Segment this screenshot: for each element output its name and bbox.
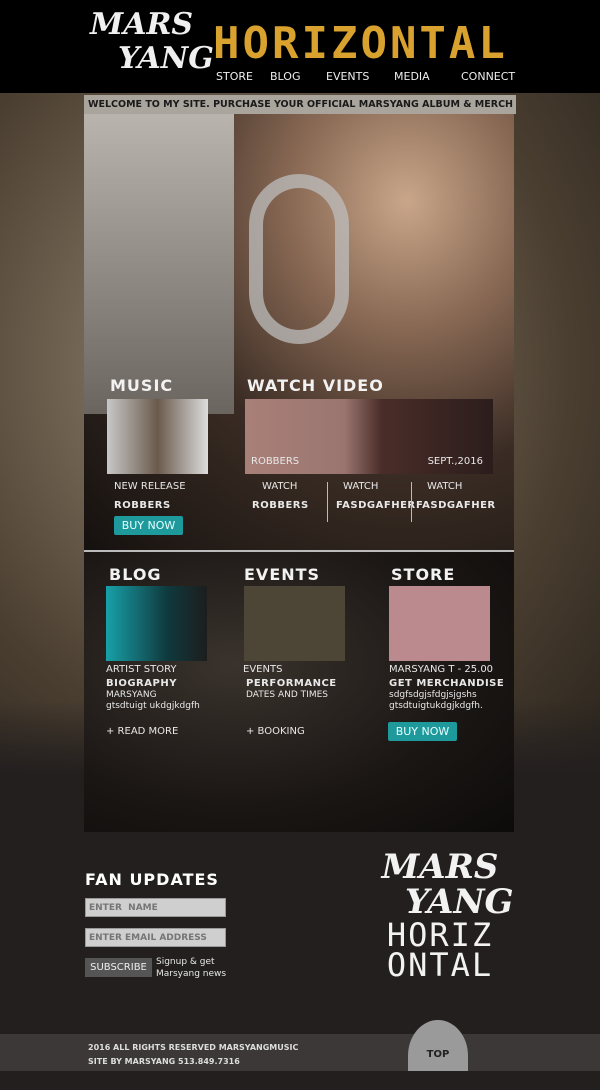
- blog-thumbnail[interactable]: [106, 586, 207, 661]
- music-buy-now-button[interactable]: BUY NOW: [114, 516, 183, 535]
- blog-heading: BLOG: [109, 565, 162, 584]
- signup-note: Marsyang news: [156, 969, 227, 979]
- header: MARS YANG HORIZONTAL STORE BLOG EVENTS ME…: [0, 0, 600, 93]
- back-to-top-button[interactable]: TOP: [408, 1020, 468, 1071]
- nav-blog[interactable]: BLOG: [270, 70, 300, 83]
- events-text: DATES AND TIMES: [246, 690, 328, 700]
- subscribe-button[interactable]: SUBSCRIBE: [85, 958, 152, 977]
- video-date: SEPT.,2016: [427, 456, 483, 467]
- events-heading: EVENTS: [244, 565, 321, 584]
- nav-connect[interactable]: CONNECT: [461, 70, 515, 83]
- music-heading: MUSIC: [110, 376, 174, 395]
- store-buy-now-button[interactable]: BUY NOW: [388, 722, 457, 741]
- store-thumbnail[interactable]: [389, 586, 490, 661]
- copyright: 2016 ALL RIGHTS RESERVED MARSYANGMUSIC: [88, 1043, 299, 1052]
- read-more-link[interactable]: + READ MORE: [106, 726, 178, 738]
- store-text: gtsdtuigtukdgjkdgfh.: [389, 701, 483, 711]
- email-input[interactable]: [85, 928, 226, 947]
- logo-line: YANG: [118, 41, 214, 76]
- blog-category: ARTIST STORY: [106, 664, 177, 675]
- blog-text: gtsdtuigt ukdgjkdgfh: [106, 701, 200, 711]
- fan-updates-heading: FAN UPDATES: [85, 870, 219, 889]
- release-title: ROBBERS: [114, 500, 171, 511]
- footer-logo: MARS YANG HORIZ ONTAL: [375, 847, 514, 984]
- signup-note: Signup & get: [156, 957, 215, 967]
- watch-title: FASDGAFHER: [416, 500, 496, 511]
- site-credit: SITE BY MARSYANG 513.849.7316: [88, 1057, 240, 1066]
- watch-link[interactable]: WATCH: [343, 481, 378, 493]
- welcome-banner: WELCOME TO MY SITE. PURCHASE YOUR OFFICI…: [84, 95, 516, 114]
- store-product: MARSYANG T - 25.00: [389, 664, 494, 675]
- logo-line: MARS: [381, 847, 499, 887]
- events-category: EVENTS: [243, 664, 283, 675]
- nav-store[interactable]: STORE: [216, 70, 253, 83]
- nav-media[interactable]: MEDIA: [394, 70, 430, 83]
- logo-line: YANG: [405, 882, 514, 922]
- new-release-label: NEW RELEASE: [114, 481, 186, 492]
- main-panel: MUSIC NEW RELEASE ROBBERS BUY NOW WATCH …: [84, 114, 514, 832]
- diamond-logo-icon: [249, 174, 349, 344]
- watch-title: ROBBERS: [252, 500, 309, 511]
- booking-link[interactable]: + BOOKING: [246, 726, 305, 738]
- events-thumbnail[interactable]: [244, 586, 345, 661]
- logo-line: ONTAL: [386, 946, 494, 984]
- logo-line: MARS: [90, 7, 194, 42]
- divider: [411, 482, 412, 522]
- music-thumbnail[interactable]: [107, 399, 208, 474]
- name-input[interactable]: [85, 898, 226, 917]
- watch-video-heading: WATCH VIDEO: [247, 376, 384, 395]
- site-title: HORIZONTAL: [213, 18, 508, 69]
- video-title: ROBBERS: [251, 456, 300, 467]
- watch-title: FASDGAFHER: [336, 500, 416, 511]
- store-heading: STORE: [391, 565, 456, 584]
- watch-link[interactable]: WATCH: [427, 481, 462, 493]
- video-player[interactable]: ROBBERS SEPT.,2016: [245, 399, 493, 474]
- divider: [327, 482, 328, 522]
- watch-link[interactable]: WATCH: [262, 481, 297, 493]
- site-logo[interactable]: MARS YANG: [90, 7, 214, 90]
- nav-events[interactable]: EVENTS: [326, 70, 369, 83]
